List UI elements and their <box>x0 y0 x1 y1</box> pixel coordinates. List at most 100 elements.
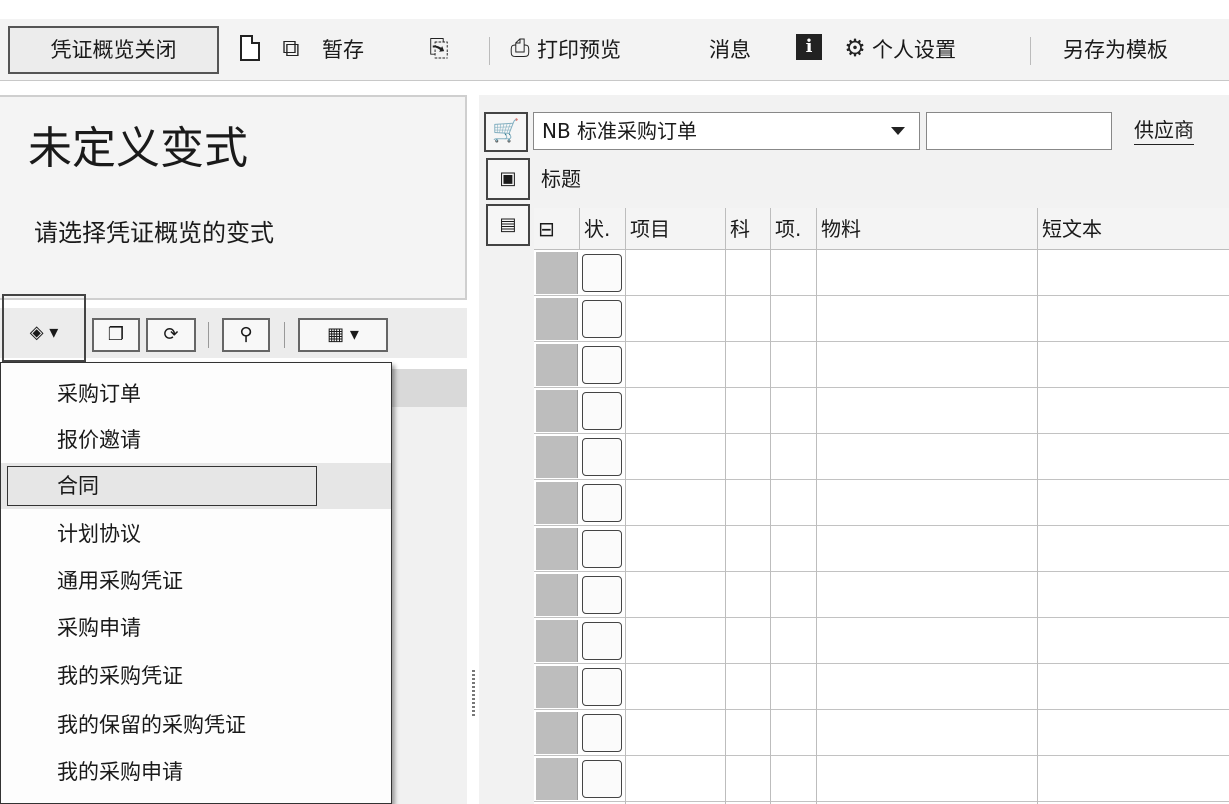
table-row <box>534 526 1229 572</box>
close-overview-button[interactable]: 凭证概览关闭 <box>8 26 219 74</box>
menu-focus-box <box>7 466 317 506</box>
messages-button[interactable]: 消息 <box>709 31 751 69</box>
row-selector[interactable] <box>536 298 578 340</box>
tool-separator <box>208 322 209 348</box>
cart-button[interactable]: 🛒 <box>484 112 528 152</box>
menu-item-purchase-requisition[interactable]: 采购申请 <box>1 605 391 651</box>
refresh-button[interactable]: ⟳ <box>146 318 196 352</box>
table-row <box>534 664 1229 710</box>
row-selector[interactable] <box>536 574 578 616</box>
row-status-button[interactable] <box>582 530 622 568</box>
table-row <box>534 572 1229 618</box>
personal-settings-button[interactable]: 个人设置 <box>872 31 956 69</box>
row-selector[interactable] <box>536 344 578 386</box>
row-selector[interactable] <box>536 758 578 800</box>
column-header-account-assignment[interactable]: 科 <box>726 208 771 250</box>
column-header-item-category[interactable]: 项. <box>771 208 817 250</box>
layout-button[interactable]: ▦ ▾ <box>298 318 388 352</box>
row-selector[interactable] <box>536 712 578 754</box>
column-divider <box>625 250 626 804</box>
row-selector[interactable] <box>536 436 578 478</box>
save-as-template-button[interactable]: 另存为模板 <box>1063 31 1168 69</box>
row-status-button[interactable] <box>582 484 622 522</box>
row-selector[interactable] <box>536 666 578 708</box>
menu-item-my-held-purchasing-docs[interactable]: 我的保留的采购凭证 <box>1 702 391 748</box>
items-toggle-icon: ▤ <box>499 214 517 235</box>
row-status-button[interactable] <box>582 346 622 384</box>
menu-item-general-purchasing-doc[interactable]: 通用采购凭证 <box>1 558 391 604</box>
print-preview-button[interactable]: 打印预览 <box>537 31 621 69</box>
row-status-button[interactable] <box>582 438 622 476</box>
table-row <box>534 388 1229 434</box>
copy-button[interactable]: ❐ <box>92 318 140 352</box>
print-preview-icon[interactable]: ⎙ <box>505 33 535 63</box>
header-toggle-icon: ▣ <box>499 168 517 189</box>
row-status-button[interactable] <box>582 392 622 430</box>
table-row <box>534 710 1229 756</box>
row-status-button[interactable] <box>582 300 622 338</box>
chevron-down-icon <box>891 127 905 135</box>
vendor-link[interactable]: 供应商 <box>1134 116 1194 145</box>
copy-icon: ❐ <box>107 324 125 345</box>
table-row <box>534 342 1229 388</box>
row-selector[interactable] <box>536 390 578 432</box>
row-selector[interactable] <box>536 252 578 294</box>
menu-item-scheduling-agreement[interactable]: 计划协议 <box>1 511 391 557</box>
row-status-button[interactable] <box>582 576 622 614</box>
hold-button[interactable]: 暂存 <box>322 31 364 69</box>
table-row <box>534 480 1229 526</box>
column-header-item[interactable]: 项目 <box>626 208 726 250</box>
personal-settings-icon[interactable]: ⚙ <box>840 33 870 63</box>
row-status-button[interactable] <box>582 668 622 706</box>
select-all-icon: ⊟ <box>538 217 555 241</box>
menu-item-my-purchase-requisitions[interactable]: 我的采购申请 <box>1 749 391 795</box>
refresh-icon: ⟳ <box>163 324 179 345</box>
column-header-select-all[interactable]: ⊟ <box>534 208 580 250</box>
column-header-short-text[interactable]: 短文本 <box>1038 208 1229 250</box>
column-divider <box>816 250 817 804</box>
grid-body <box>534 250 1229 804</box>
table-row <box>534 618 1229 664</box>
column-divider <box>770 250 771 804</box>
table-row <box>534 434 1229 480</box>
row-status-button[interactable] <box>582 622 622 660</box>
vertical-splitter-grip[interactable] <box>472 670 475 718</box>
selection-variant-focus-frame <box>2 294 86 362</box>
copy-document-icon[interactable]: ⧉ <box>276 33 306 63</box>
row-selector[interactable] <box>536 620 578 662</box>
document-type-value: NB 标准采购订单 <box>542 119 698 143</box>
row-selector[interactable] <box>536 482 578 524</box>
column-divider <box>1037 250 1038 804</box>
header-expand-button[interactable]: ▣ <box>486 158 530 200</box>
hold-icon[interactable]: ⎘ <box>424 33 454 63</box>
cart-icon: 🛒 <box>492 119 520 144</box>
table-row <box>534 296 1229 342</box>
find-icon: ⚲ <box>239 324 253 345</box>
toolbar-separator <box>489 37 490 65</box>
document-number-input[interactable] <box>926 112 1112 150</box>
row-selector[interactable] <box>536 528 578 570</box>
document-type-select[interactable]: NB 标准采购订单 <box>533 112 920 150</box>
table-row <box>534 756 1229 802</box>
variant-hint: 请选择凭证概览的变式 <box>34 219 274 247</box>
column-divider <box>725 250 726 804</box>
column-header-material[interactable]: 物料 <box>817 208 1038 250</box>
items-expand-button[interactable]: ▤ <box>486 204 530 246</box>
row-status-button[interactable] <box>582 254 622 292</box>
menu-item-purchase-order[interactable]: 采购订单 <box>1 371 391 417</box>
column-header-status[interactable]: 状. <box>580 208 626 250</box>
menu-item-rfq[interactable]: 报价邀请 <box>1 417 391 463</box>
layout-icon: ▦ ▾ <box>327 324 359 345</box>
application-toolbar: 凭证概览关闭 ⧉ 暂存 ⎘ ⎙ 打印预览 消息 i ⚙ 个人设置 另存为模板 <box>0 19 1229 81</box>
menu-item-my-purchasing-docs[interactable]: 我的采购凭证 <box>1 653 391 699</box>
info-icon[interactable]: i <box>796 34 822 60</box>
item-overview-grid: ⊟ 状. 项目 科 项. 物料 短文本 <box>534 208 1229 804</box>
menu-item-contract[interactable]: 合同 <box>1 463 391 509</box>
header-section-label: 标题 <box>541 167 581 191</box>
new-document-icon[interactable] <box>240 35 260 61</box>
find-button[interactable]: ⚲ <box>222 318 270 352</box>
selection-variant-menu: 采购订单 报价邀请 合同 计划协议 通用采购凭证 采购申请 我的采购凭证 我的保… <box>0 362 392 804</box>
toolbar-separator <box>1030 37 1031 65</box>
row-status-button[interactable] <box>582 714 622 752</box>
row-status-button[interactable] <box>582 760 622 798</box>
